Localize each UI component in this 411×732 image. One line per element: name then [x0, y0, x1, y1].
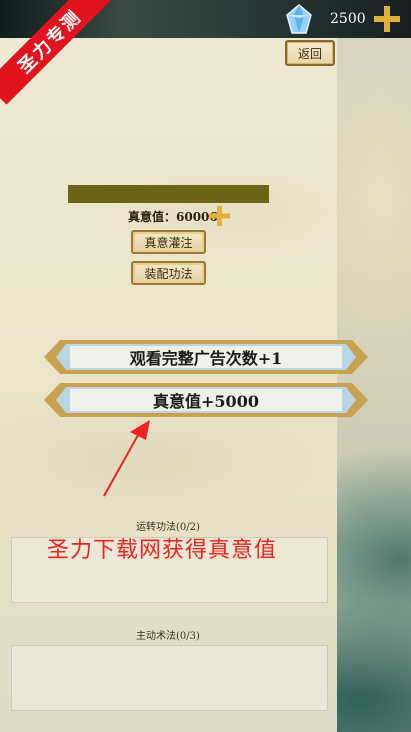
- yunzhuan-section-title: 运转功法(0/2): [136, 522, 200, 533]
- progress-bar: [68, 185, 269, 203]
- zhenyi-plus-label: 真意值+5000: [153, 392, 259, 411]
- add-currency-plus-icon[interactable]: [372, 4, 402, 34]
- zhudong-section-title: 主动术法(0/3): [136, 631, 200, 642]
- inject-button[interactable]: 真意灌注: [131, 230, 206, 254]
- watch-ad-button[interactable]: 观看完整广告次数+1: [44, 336, 368, 378]
- currency-value: 2500: [330, 11, 366, 27]
- watch-ad-label: 观看完整广告次数+1: [129, 349, 283, 368]
- crystal-gem-icon: [286, 4, 312, 34]
- zhenyi-plus-button[interactable]: 真意值+5000: [44, 379, 368, 421]
- equip-button[interactable]: 装配功法: [131, 261, 206, 285]
- red-arrow-icon: [103, 420, 150, 497]
- zhudong-slot-area[interactable]: [11, 645, 328, 711]
- watermark-red-text: 圣力下载网获得真意值: [47, 538, 278, 563]
- zhenyi-value-label: 真意值：60006: [128, 210, 218, 224]
- back-button[interactable]: 返回: [285, 40, 335, 66]
- add-zhenyi-plus-icon[interactable]: [207, 205, 231, 227]
